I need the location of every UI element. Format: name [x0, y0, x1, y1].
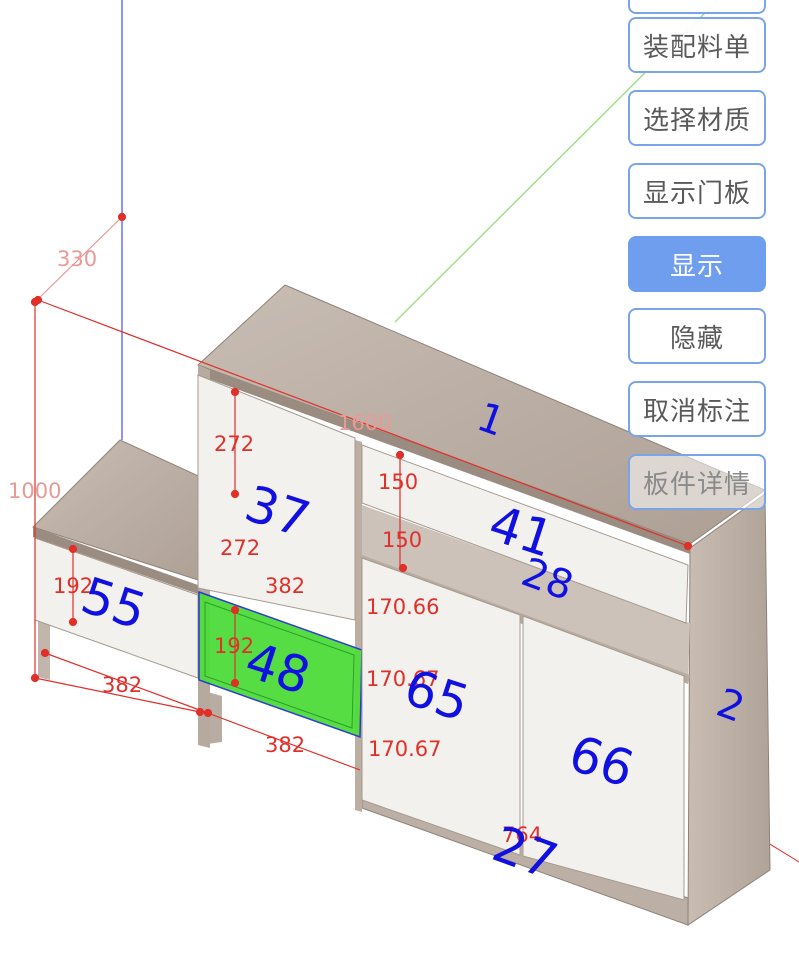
dim-382-upper: 382: [265, 574, 305, 598]
dim-total-height: 1000: [8, 479, 61, 503]
dim-382-base-mid: 382: [265, 733, 305, 757]
toolbar-button-top-cut[interactable]: [628, 0, 766, 14]
middle-divider: [355, 440, 362, 812]
dim-depth: 330: [57, 247, 97, 271]
dim-total-width: 1600: [338, 411, 391, 435]
hide-button[interactable]: 隐藏: [628, 308, 766, 364]
dim-170-a: 170.66: [366, 595, 439, 619]
panel-details-button[interactable]: 板件详情: [628, 454, 766, 510]
dim-272-b: 272: [220, 536, 260, 560]
show-button[interactable]: 显示: [628, 236, 766, 292]
select-material-button[interactable]: 选择材质: [628, 90, 766, 146]
cancel-annotation-button[interactable]: 取消标注: [628, 381, 766, 437]
show-doors-button[interactable]: 显示门板: [628, 163, 766, 219]
dim-382-base-left: 382: [102, 673, 142, 697]
dim-150-b: 150: [382, 528, 422, 552]
dim-272-a: 272: [214, 432, 254, 456]
dim-170-c: 170.67: [368, 737, 441, 761]
dim-150-a: 150: [378, 470, 418, 494]
assembly-bom-button[interactable]: 装配料单: [628, 17, 766, 73]
